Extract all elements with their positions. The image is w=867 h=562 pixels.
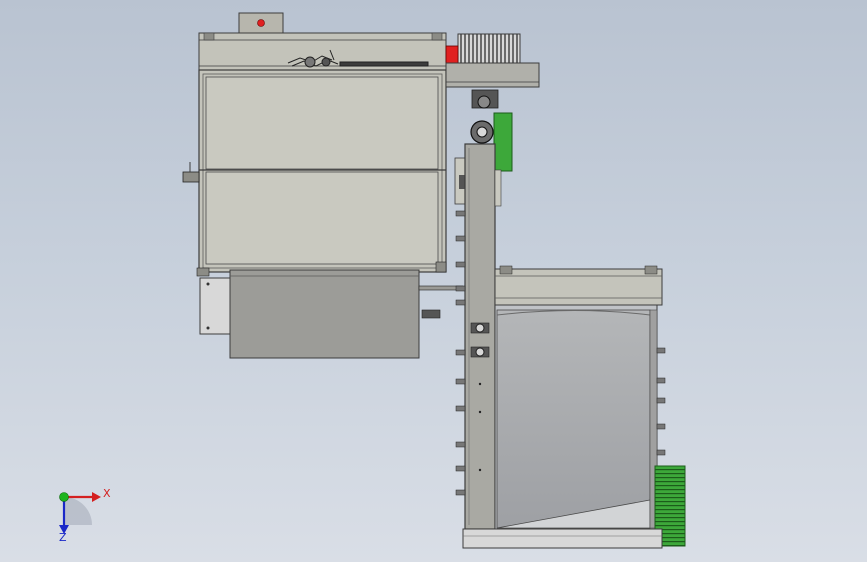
side-latch <box>182 171 200 183</box>
axis-z-label: Z <box>59 531 67 544</box>
right-cabinet <box>462 265 686 549</box>
red-actuator <box>445 45 459 65</box>
cabinet-top-frame <box>494 268 663 306</box>
axis-x-label: X <box>103 487 111 500</box>
red-indicator-light <box>257 19 265 27</box>
coordinate-triad <box>59 492 101 534</box>
axis-y-dot <box>59 492 69 502</box>
tray-bracket <box>199 277 231 335</box>
column-body <box>464 143 496 530</box>
cad-viewport[interactable]: X Z <box>0 0 867 562</box>
tray-body <box>229 269 420 359</box>
upper-panel-top <box>205 76 439 170</box>
upper-module <box>182 12 447 277</box>
cabinet-base <box>462 528 663 549</box>
motor-base <box>445 62 540 88</box>
green-side-panel <box>493 112 513 172</box>
machine-assembly-drawing <box>59 12 686 549</box>
gear-icon <box>477 95 491 109</box>
upper-panel-bottom <box>205 171 439 265</box>
lower-left-tray <box>199 269 464 359</box>
motor-top <box>457 33 521 65</box>
vertical-column <box>454 143 502 530</box>
cabinet-window <box>496 309 651 529</box>
